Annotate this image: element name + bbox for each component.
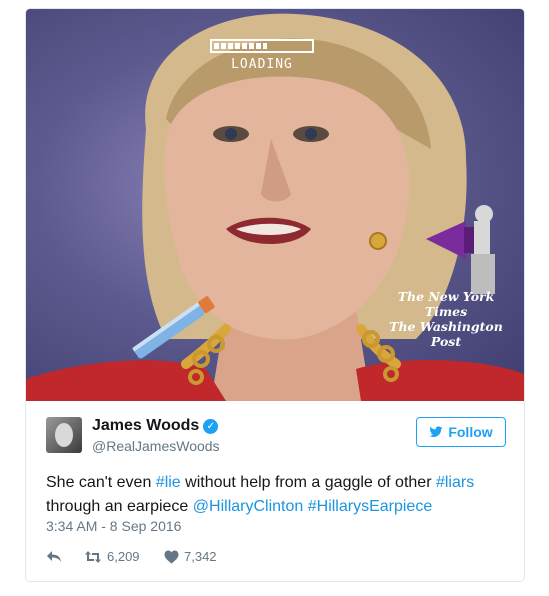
retweet-count: 6,209 xyxy=(107,549,140,564)
like-button[interactable]: 7,342 xyxy=(164,549,217,564)
follow-button-label: Follow xyxy=(448,424,493,440)
nyt-masthead: The New York Times xyxy=(397,289,495,319)
hashtag-liars-link[interactable]: #liars xyxy=(436,474,474,491)
reply-button[interactable] xyxy=(46,549,62,563)
reply-icon xyxy=(47,551,61,562)
loading-label: LOADING xyxy=(231,57,293,72)
loading-progress-bar xyxy=(210,39,314,53)
tweet-text-part: She can't even xyxy=(46,474,156,491)
retweet-icon xyxy=(85,550,101,563)
verified-badge-icon: ✓ xyxy=(203,419,219,434)
embedded-tweet-card: LOADING The New York Times The Washingto… xyxy=(25,8,525,582)
avatar[interactable] xyxy=(46,417,82,453)
tweet-author-row: James Woods ✓ @RealJamesWoods Follow xyxy=(46,417,506,457)
author-handle[interactable]: @RealJamesWoods xyxy=(92,438,220,454)
wapo-masthead: The Washington Post xyxy=(389,319,503,349)
mention-hillaryclinton-link[interactable]: @HillaryClinton xyxy=(193,498,304,515)
tweet-text-part: without help from a gaggle of other xyxy=(180,474,436,491)
like-count: 7,342 xyxy=(184,549,217,564)
hashtag-lie-link[interactable]: #lie xyxy=(156,474,181,491)
tweet-timestamp[interactable]: 3:34 AM - 8 Sep 2016 xyxy=(46,518,181,534)
loading-indicator: LOADING xyxy=(208,39,316,72)
author-name-text: James Woods xyxy=(92,417,200,434)
follow-button[interactable]: Follow xyxy=(416,417,506,447)
author-name[interactable]: James Woods ✓ xyxy=(92,417,219,435)
tweet-image[interactable]: LOADING The New York Times The Washingto… xyxy=(26,9,524,401)
loading-progress-fill xyxy=(214,43,267,49)
hashtag-hillarysearpiece-link[interactable]: #HillarysEarpiece xyxy=(308,498,433,515)
retweet-button[interactable]: 6,209 xyxy=(84,549,140,564)
heart-icon xyxy=(164,550,179,563)
tweet-text-part: through an earpiece xyxy=(46,498,193,515)
newspaper-mastheads: The New York Times The Washington Post xyxy=(376,289,516,349)
twitter-bird-icon xyxy=(429,426,443,437)
avatar-face xyxy=(55,423,73,447)
tweet-text: She can't even #lie without help from a … xyxy=(46,471,508,519)
